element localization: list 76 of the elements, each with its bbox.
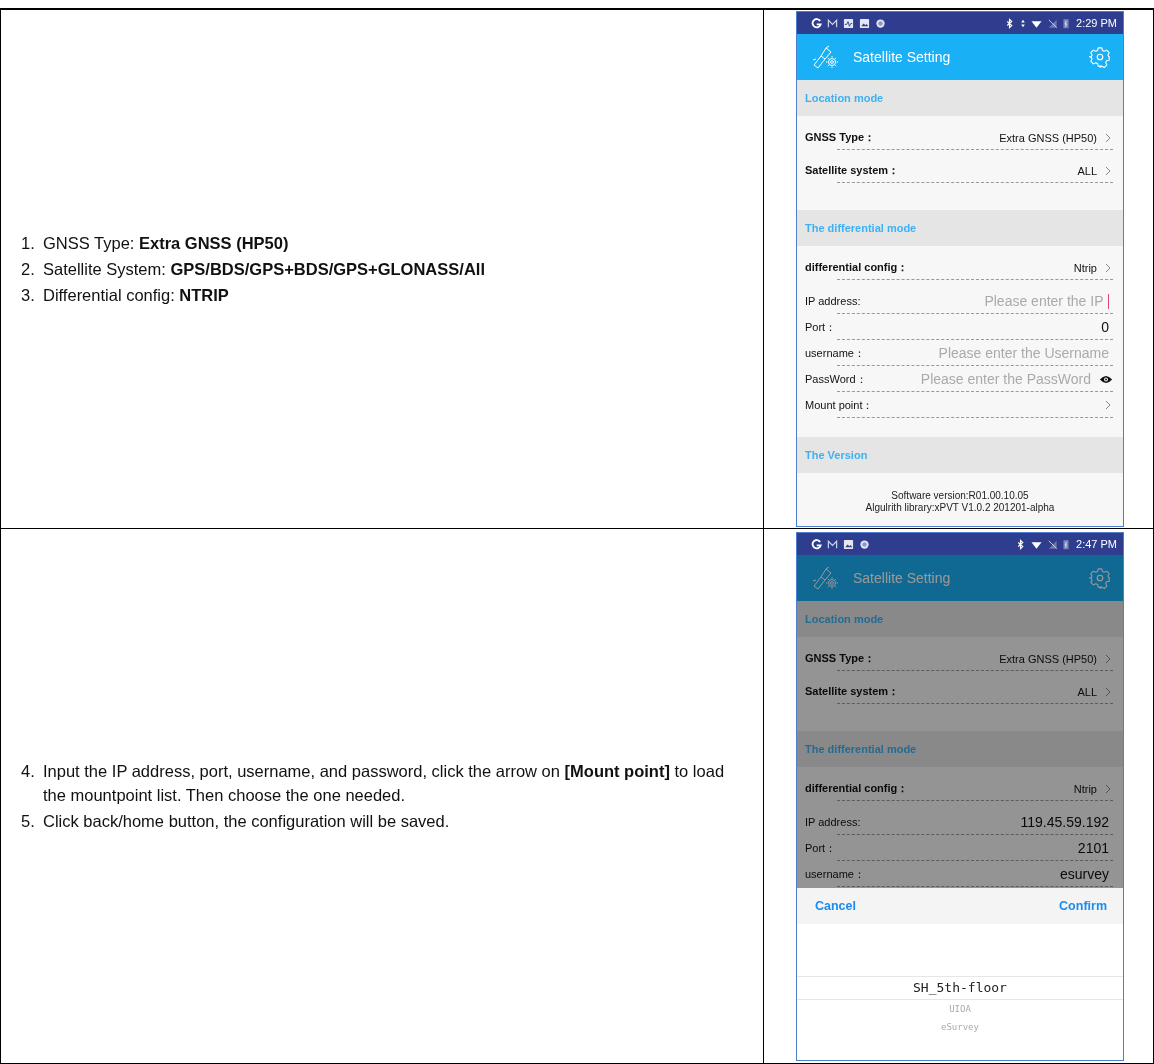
step-text: Click back/home button, the configuration will be saved. bbox=[43, 811, 450, 832]
eye-icon[interactable] bbox=[1099, 374, 1113, 384]
section-title: The differential mode bbox=[805, 222, 917, 234]
bluetooth-icon bbox=[1015, 538, 1027, 550]
setting-label: Satellite system： bbox=[805, 684, 900, 699]
setting-label: Port： bbox=[805, 319, 837, 335]
setting-value[interactable]: Ntrip bbox=[908, 782, 1097, 795]
setting-value[interactable]: Ntrip bbox=[908, 261, 1097, 274]
battery-icon bbox=[1063, 17, 1070, 29]
setting-value[interactable]: ALL bbox=[899, 164, 1097, 177]
step-number: 1. bbox=[21, 233, 36, 254]
setting-value[interactable]: Extra GNSS (HP50) bbox=[875, 131, 1097, 144]
satellite-gear-icon bbox=[811, 566, 841, 590]
chevron-icon[interactable] bbox=[1105, 783, 1111, 794]
setting-label: GNSS Type： bbox=[805, 651, 876, 666]
image-icon bbox=[859, 17, 870, 29]
step-text: Satellite System: GPS/BDS/GPS+BDS/GPS+GLONASS/All bbox=[43, 259, 485, 280]
setting-label: GNSS Type： bbox=[805, 130, 876, 145]
chevron-icon[interactable] bbox=[1105, 400, 1111, 410]
chevron-icon[interactable] bbox=[1105, 653, 1111, 664]
google-icon bbox=[811, 17, 822, 29]
mail-icon bbox=[827, 17, 838, 29]
step-text: Differential config: NTRIP bbox=[43, 285, 229, 306]
mail-icon bbox=[827, 538, 838, 550]
setting-label: PassWord： bbox=[805, 371, 867, 387]
record-icon bbox=[875, 17, 886, 29]
setting-value[interactable]: Extra GNSS (HP50) bbox=[875, 652, 1097, 665]
setting-label: Port： bbox=[805, 840, 837, 856]
status-time: 2:29 PM bbox=[1076, 17, 1117, 29]
app-title: Satellite Setting bbox=[853, 570, 952, 586]
chevron-icon[interactable] bbox=[1105, 686, 1111, 697]
text-field[interactable]: Please enter the IP bbox=[860, 293, 1108, 309]
settings-icon[interactable] bbox=[1089, 567, 1111, 589]
no-signal-icon bbox=[1047, 17, 1059, 29]
record-icon bbox=[859, 538, 870, 550]
setting-label: differential config： bbox=[805, 781, 909, 796]
step-number: 2. bbox=[21, 259, 36, 280]
chevron-icon[interactable] bbox=[1105, 262, 1111, 273]
google-icon bbox=[811, 538, 822, 550]
setting-value[interactable]: ALL bbox=[899, 685, 1097, 698]
setting-label: username： bbox=[805, 345, 865, 361]
section-title: Location mode bbox=[805, 613, 884, 625]
chevron-icon[interactable] bbox=[1105, 165, 1111, 176]
app-title: Satellite Setting bbox=[853, 49, 952, 65]
setting-label: IP address: bbox=[805, 295, 861, 307]
setting-label: Mount point： bbox=[805, 397, 874, 413]
satellite-gear-icon bbox=[811, 45, 841, 69]
version-text: Algulrith library:xPVT V1.0.2 201201-alpha bbox=[865, 501, 1055, 514]
step-text: GNSS Type: Extra GNSS (HP50) bbox=[43, 233, 289, 254]
step-number: 3. bbox=[21, 285, 36, 306]
step-number: 4. bbox=[21, 761, 36, 782]
bluetooth-icon bbox=[1004, 17, 1016, 29]
no-signal-icon bbox=[1047, 538, 1059, 550]
step-number: 5. bbox=[21, 811, 36, 832]
picker-option[interactable]: SH_5th-floor bbox=[797, 976, 1123, 1000]
text-field[interactable]: 0 bbox=[836, 319, 1113, 335]
image-icon bbox=[843, 538, 854, 550]
step-text: Input the IP address, port, username, and password, click the arrow on [Mount point] to load the mountpoint list. Then choose the one needed. bbox=[43, 761, 726, 806]
text-field[interactable]: esurvey bbox=[864, 866, 1113, 882]
text-field[interactable]: 119.45.59.192 bbox=[860, 814, 1113, 830]
setting-label: IP address: bbox=[805, 816, 861, 828]
section-title: The differential mode bbox=[805, 743, 917, 755]
chevron-icon[interactable] bbox=[1105, 132, 1111, 143]
section-title: Location mode bbox=[805, 92, 884, 104]
settings-icon[interactable] bbox=[1089, 46, 1111, 68]
text-field[interactable]: 2101 bbox=[836, 840, 1113, 856]
setting-label: differential config： bbox=[805, 260, 909, 275]
setting-label: Satellite system： bbox=[805, 163, 900, 178]
text-field[interactable]: Please enter the PassWord bbox=[866, 371, 1095, 387]
section-title: The Version bbox=[805, 449, 868, 461]
version-text: Software version:R01.00.10.05 bbox=[891, 489, 1029, 502]
activity-chart-icon bbox=[843, 17, 854, 29]
battery-icon bbox=[1063, 538, 1070, 550]
text-field[interactable]: Please enter the Username bbox=[864, 345, 1113, 361]
setting-label: username： bbox=[805, 866, 865, 882]
status-time: 2:47 PM bbox=[1076, 538, 1117, 550]
